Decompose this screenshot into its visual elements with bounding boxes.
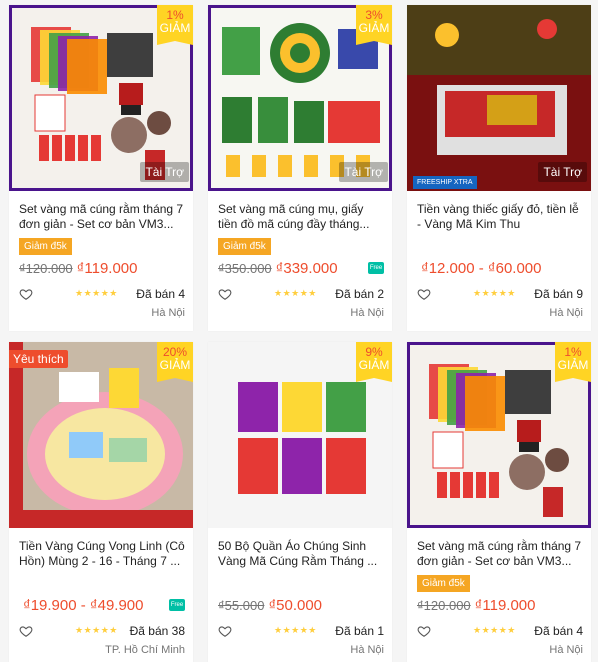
product-image[interactable]: Tài Trợ FREESHIP XTRAHOÀN XU XTRA (407, 5, 591, 191)
original-price: ₫55.000 (218, 598, 265, 613)
original-price: ₫120.000 (417, 598, 471, 613)
meta-row: ★★★★★ Đã bán 4 (19, 287, 185, 303)
shop-location: Hà Nội (350, 644, 384, 656)
sold-count: Đã bán 4 (534, 624, 583, 638)
voucher-tag: Giảm đ5k (218, 238, 271, 255)
sponsored-label: Tài Trợ (140, 162, 189, 182)
product-card[interactable]: 3% GIẢM Tài Trợ Set vàng mã cúng mụ, giấy … (208, 5, 392, 331)
sale-price: ₫12.000 - ₫60.000 (421, 260, 542, 277)
voucher-tag: Giảm đ5k (19, 238, 72, 255)
sold-count: Đã bán 4 (136, 287, 185, 301)
shop-location: Hà Nội (549, 307, 583, 319)
price-row: ₫55.000 ₫50.000 (218, 597, 384, 615)
discount-badge: 1% GIẢM (555, 342, 591, 382)
heart-icon[interactable] (19, 287, 33, 301)
product-title[interactable]: Tiền Vàng Cúng Vong Linh (Cô Hồn) Mùng 2… (19, 539, 185, 569)
discount-badge: 1% GIẢM (157, 5, 193, 45)
price-row: ₫120.000 ₫119.000 (19, 260, 185, 278)
product-title[interactable]: Tiền vàng thiếc giấy đỏ, tiền lễ - Vàng … (417, 202, 583, 232)
rating-stars: ★★★★★ (75, 625, 118, 635)
sale-price: ₫19.900 - ₫49.900 (23, 597, 144, 614)
shop-location: Hà Nội (350, 307, 384, 319)
sale-price: ₫119.000 (76, 260, 138, 277)
freeship-xtra-label: FREESHIP XTRA (413, 176, 477, 189)
heart-icon[interactable] (218, 287, 232, 301)
original-price: ₫350.000 (218, 261, 272, 276)
product-title[interactable]: 50 Bộ Quần Áo Chúng Sinh Vàng Mã Cúng Rằ… (218, 539, 384, 569)
rating-stars: ★★★★★ (274, 288, 317, 298)
favorite-badge: Yêu thích (9, 350, 68, 368)
discount-label: GIẢM (557, 358, 589, 372)
freeship-banner: FREESHIP XTRAHOÀN XU XTRA (413, 171, 533, 189)
heart-icon[interactable] (218, 624, 232, 638)
rating-stars: ★★★★★ (274, 625, 317, 635)
price-row: ₫120.000 ₫119.000 (417, 597, 583, 615)
sponsored-label: Tài Trợ (538, 162, 587, 182)
free-ship-icon: Free (368, 262, 384, 274)
meta-row: ★★★★★ Đã bán 4 (417, 624, 583, 640)
discount-label: GIẢM (159, 358, 191, 372)
heart-icon[interactable] (417, 624, 431, 638)
price-row: ₫350.000 ₫339.000 Free (218, 260, 384, 278)
price-row: ₫19.900 - ₫49.900 Free (19, 597, 185, 615)
shop-location: Hà Nội (549, 644, 583, 656)
sold-count: Đã bán 38 (129, 624, 185, 638)
product-image[interactable]: 1% GIẢM Tài Trợ (9, 5, 193, 191)
product-image[interactable]: 9% GIẢM (208, 342, 392, 528)
voucher-tag: Giảm đ5k (417, 575, 470, 592)
discount-badge: 9% GIẢM (356, 342, 392, 382)
shop-location: Hà Nội (151, 307, 185, 319)
product-title[interactable]: Set vàng mã cúng mụ, giấy tiền đồ mã cún… (218, 202, 384, 232)
sale-price: ₫50.000 (268, 597, 323, 614)
discount-label: GIẢM (358, 358, 390, 372)
discount-badge: 3% GIẢM (356, 5, 392, 45)
meta-row: ★★★★★ Đã bán 2 (218, 287, 384, 303)
shop-location: TP. Hồ Chí Minh (105, 644, 185, 656)
product-image[interactable]: 1% GIẢM (407, 342, 591, 528)
discount-label: GIẢM (159, 21, 191, 35)
meta-row: ★★★★★ Đã bán 1 (218, 624, 384, 640)
original-price: ₫120.000 (19, 261, 73, 276)
product-card[interactable]: 20% GIẢM Yêu thích Tiền Vàng Cúng Vong Lin… (9, 342, 193, 662)
sold-count: Đã bán 1 (335, 624, 384, 638)
product-title[interactable]: Set vàng mã cúng rằm tháng 7 đơn giản - … (19, 202, 185, 232)
product-image[interactable]: 3% GIẢM Tài Trợ (208, 5, 392, 191)
sold-count: Đã bán 9 (534, 287, 583, 301)
sale-price: ₫339.000 (275, 260, 338, 277)
product-image[interactable]: 20% GIẢM Yêu thích (9, 342, 193, 528)
product-card[interactable]: 1% GIẢM Tài Trợ Set vàng mã cúng rằm tháng… (9, 5, 193, 331)
free-ship-icon: Free (169, 599, 185, 611)
product-card[interactable]: 9% GIẢM 50 Bộ Quần Áo Chúng Sinh Vàng Mã … (208, 342, 392, 662)
rating-stars: ★★★★★ (473, 625, 516, 635)
heart-icon[interactable] (417, 287, 431, 301)
discount-badge: 20% GIẢM (157, 342, 193, 382)
rating-stars: ★★★★★ (473, 288, 516, 298)
product-grid: 1% GIẢM Tài Trợ Set vàng mã cúng rằm tháng… (9, 5, 593, 662)
sale-price: ₫119.000 (474, 597, 536, 614)
sold-count: Đã bán 2 (335, 287, 384, 301)
discount-label: GIẢM (358, 21, 390, 35)
product-title[interactable]: Set vàng mã cúng rằm tháng 7 đơn giản - … (417, 539, 583, 569)
rating-stars: ★★★★★ (75, 288, 118, 298)
product-card[interactable]: Tài Trợ FREESHIP XTRAHOÀN XU XTRA Tiền và… (407, 5, 591, 331)
price-row: ₫12.000 - ₫60.000 (417, 260, 583, 278)
product-card[interactable]: 1% GIẢM Set vàng mã cúng rằm tháng 7 đơn … (407, 342, 591, 662)
meta-row: ★★★★★ Đã bán 38 (19, 624, 185, 640)
meta-row: ★★★★★ Đã bán 9 (417, 287, 583, 303)
heart-icon[interactable] (19, 624, 33, 638)
sponsored-label: Tài Trợ (339, 162, 388, 182)
